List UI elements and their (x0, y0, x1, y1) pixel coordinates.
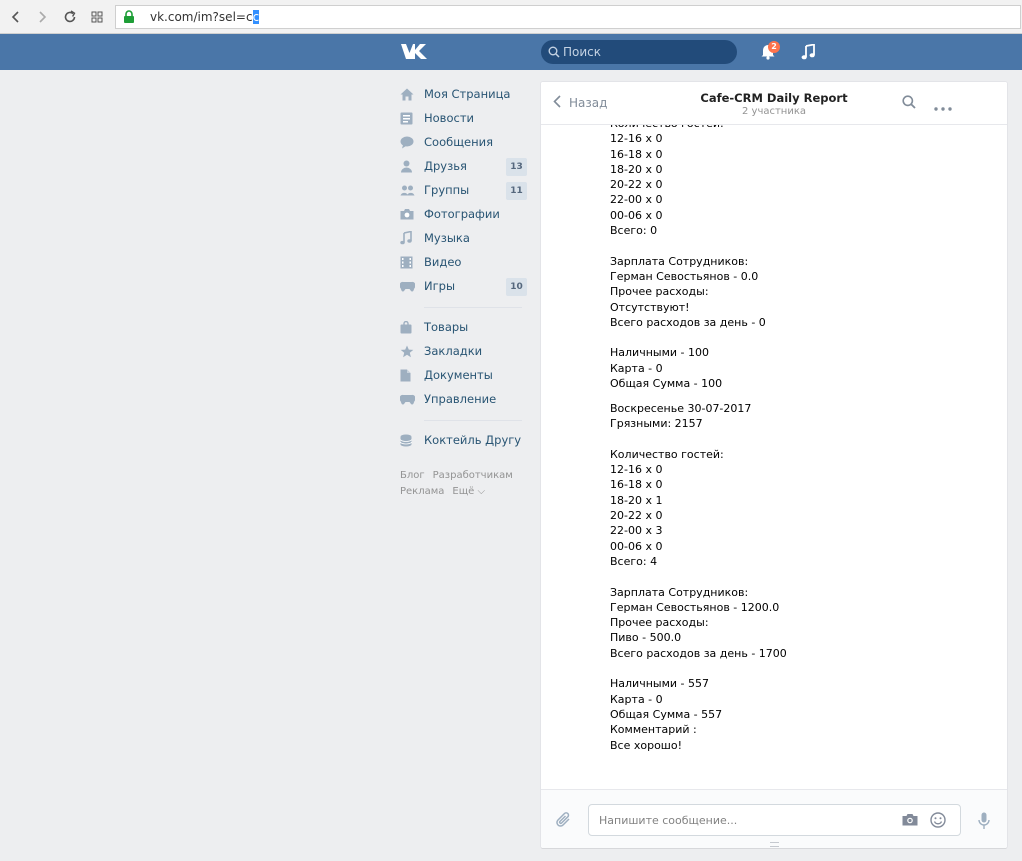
tabs-grid-icon[interactable] (87, 7, 107, 27)
menu-item-bookmarks[interactable]: Закладки (396, 339, 530, 363)
message-composer (541, 789, 1007, 848)
bag-icon (396, 320, 424, 334)
home-icon (396, 88, 424, 101)
music-player-icon[interactable] (801, 43, 815, 63)
menu-item-label: Закладки (424, 344, 483, 358)
gamepad-icon (396, 394, 424, 405)
menu-item-cocktail[interactable]: Коктейль Другу (396, 428, 530, 452)
menu-divider (424, 307, 522, 308)
notifications-badge: 2 (768, 41, 780, 53)
database-icon (396, 434, 424, 447)
groups-count-badge: 11 (506, 182, 527, 200)
menu-item-label: Сообщения (424, 135, 494, 149)
message-input-box[interactable] (588, 804, 961, 836)
message-input[interactable] (599, 812, 889, 828)
footer-link-developers[interactable]: Разработчикам (433, 470, 513, 481)
menu-item-label: Документы (424, 368, 493, 382)
message-text: Количество гостей: 12-16 x 0 16-18 x 0 1… (610, 125, 766, 391)
menu-item-documents[interactable]: Документы (396, 363, 530, 387)
star-icon (396, 345, 424, 358)
footer-link-blog[interactable]: Блог (400, 470, 425, 481)
menu-item-label: Игры (424, 279, 456, 293)
forward-arrow-icon[interactable] (32, 7, 52, 27)
menu-footer-links: Блог Разработчикам Реклама Ещё ⌵ (396, 468, 530, 500)
search-icon (548, 46, 560, 61)
menu-item-management[interactable]: Управление (396, 387, 530, 411)
vk-top-header: 2 (0, 34, 1022, 70)
chat-panel: Назад Cafe-CRM Daily Report 2 участника … (541, 82, 1007, 848)
message-history[interactable]: Количество гостей: 12-16 x 0 16-18 x 0 1… (541, 125, 1007, 789)
reload-icon[interactable] (60, 7, 80, 27)
search-icon[interactable] (902, 95, 916, 112)
menu-item-label: Новости (424, 111, 474, 125)
menu-item-label: Коктейль Другу (424, 433, 522, 447)
url-selection: c (252, 10, 260, 24)
menu-item-photos[interactable]: Фотографии (396, 202, 530, 226)
lock-icon (123, 10, 135, 27)
chat-header: Назад Cafe-CRM Daily Report 2 участника (541, 82, 1007, 125)
menu-item-news[interactable]: Новости (396, 106, 530, 130)
camera-icon (396, 208, 424, 220)
resize-grip[interactable] (770, 842, 779, 847)
menu-item-my-page[interactable]: Моя Страница (396, 82, 530, 106)
url-text[interactable]: vk.com/im?sel=cc (150, 10, 260, 24)
vk-logo-icon[interactable] (400, 43, 428, 63)
video-icon (396, 256, 424, 269)
back-arrow-icon[interactable] (6, 7, 26, 27)
more-options-icon[interactable] (934, 100, 952, 114)
groups-icon (396, 184, 424, 197)
menu-item-music[interactable]: Музыка (396, 226, 530, 250)
menu-item-label: Музыка (424, 231, 470, 245)
menu-item-label: Группы (424, 183, 470, 197)
menu-item-label: Товары (424, 320, 469, 334)
browser-toolbar: vk.com/im?sel=cc (0, 0, 1022, 34)
menu-item-groups[interactable]: Группы 11 (396, 178, 530, 202)
search-input[interactable] (563, 43, 723, 61)
camera-icon[interactable] (902, 813, 918, 829)
footer-link-ads[interactable]: Реклама (400, 486, 444, 497)
message-text: Воскресенье 30-07-2017 Грязными: 2157 Ко… (610, 402, 787, 752)
menu-item-label: Фотографии (424, 207, 500, 221)
menu-item-label: Управление (424, 392, 497, 406)
menu-item-market[interactable]: Товары (396, 315, 530, 339)
menu-item-label: Моя Страница (424, 87, 511, 101)
menu-item-messages[interactable]: Сообщения (396, 130, 530, 154)
menu-item-games[interactable]: Игры 10 (396, 274, 530, 298)
search-box[interactable] (541, 40, 737, 64)
paperclip-icon[interactable] (556, 811, 572, 832)
gamepad-icon (396, 281, 424, 292)
friends-icon (396, 160, 424, 173)
messages-icon (396, 136, 424, 149)
microphone-icon[interactable] (978, 812, 990, 833)
friends-count-badge: 13 (506, 158, 527, 176)
address-bar[interactable]: vk.com/im?sel=cc (115, 5, 1021, 29)
menu-divider (424, 420, 522, 421)
left-side-menu: Моя Страница Новости Сообщения Друзья 13… (396, 82, 530, 500)
games-count-badge: 10 (506, 278, 527, 296)
menu-item-video[interactable]: Видео (396, 250, 530, 274)
menu-item-friends[interactable]: Друзья 13 (396, 154, 530, 178)
document-icon (396, 369, 424, 382)
footer-link-more[interactable]: Ещё ⌵ (452, 486, 485, 497)
emoji-smile-icon[interactable] (930, 812, 946, 831)
news-icon (396, 112, 424, 125)
music-icon (396, 231, 424, 245)
menu-item-label: Друзья (424, 159, 467, 173)
menu-item-label: Видео (424, 255, 462, 269)
